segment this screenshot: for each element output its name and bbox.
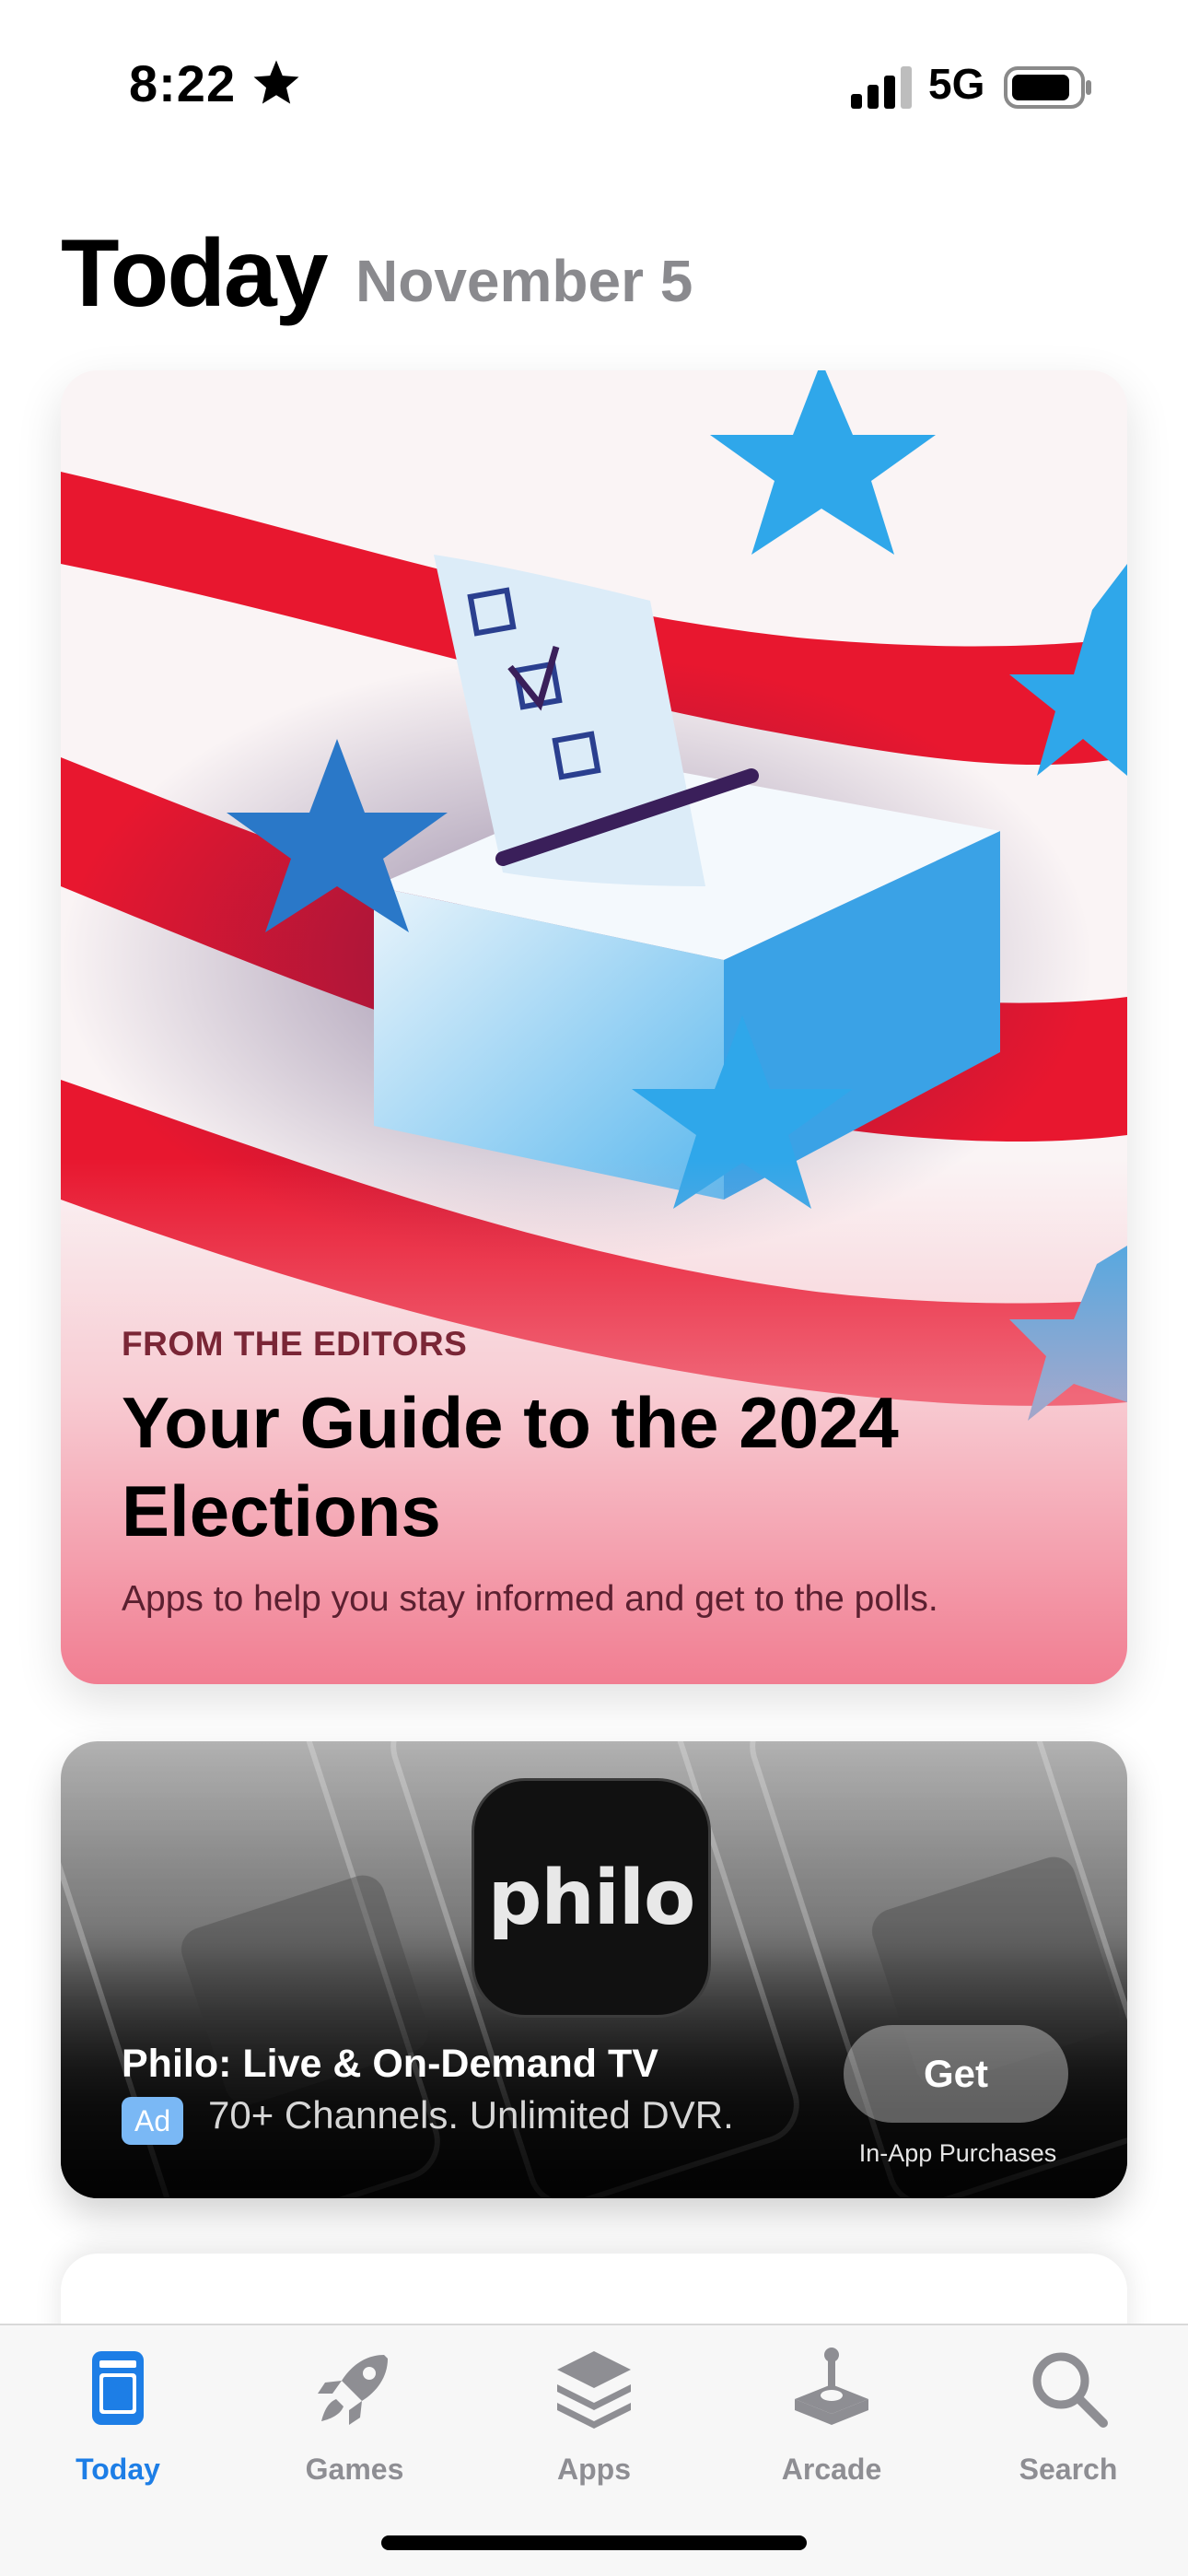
feature-eyebrow: FROM THE EDITORS bbox=[122, 1325, 468, 1363]
joystick-icon bbox=[795, 2348, 868, 2425]
ad-app-card[interactable]: philo Philo: Live & On-Demand TV Ad 70+ … bbox=[61, 1741, 1127, 2198]
location-star-icon bbox=[253, 60, 299, 104]
get-button[interactable]: Get bbox=[844, 2025, 1068, 2123]
network-type: 5G bbox=[928, 60, 985, 108]
cellular-signal-icon bbox=[851, 66, 912, 109]
tab-label: Games bbox=[305, 2453, 404, 2486]
page-title: Today bbox=[61, 220, 329, 327]
home-indicator[interactable] bbox=[381, 2535, 807, 2550]
ad-app-name: Philo: Live & On-Demand TV bbox=[122, 2042, 658, 2086]
today-icon bbox=[92, 2351, 144, 2425]
feature-title: Your Guide to the 2024 Elections bbox=[122, 1382, 899, 1551]
tab-label: Today bbox=[76, 2453, 160, 2486]
tab-search[interactable]: Search bbox=[976, 2344, 1160, 2500]
page-date: November 5 bbox=[355, 248, 693, 314]
battery-icon bbox=[1004, 66, 1091, 109]
app-icon-wordmark: philo bbox=[487, 1854, 696, 1942]
feature-subtitle: Apps to help you stay informed and get t… bbox=[122, 1579, 938, 1619]
layers-icon bbox=[557, 2351, 631, 2429]
tab-label: Search bbox=[1019, 2453, 1118, 2486]
rocket-icon bbox=[318, 2355, 388, 2425]
tab-apps[interactable]: Apps bbox=[502, 2344, 686, 2500]
feature-story-card[interactable]: FROM THE EDITORS Your Guide to the 2024 … bbox=[61, 370, 1127, 1684]
ad-badge: Ad bbox=[122, 2097, 184, 2145]
tab-games[interactable]: Games bbox=[262, 2344, 447, 2500]
tab-today[interactable]: Today bbox=[26, 2344, 210, 2500]
tab-label: Arcade bbox=[781, 2453, 882, 2486]
in-app-purchases-label: In-App Purchases bbox=[858, 2139, 1057, 2167]
status-bar: 8:22 5G bbox=[0, 0, 1188, 175]
philo-app-icon[interactable]: philo bbox=[472, 1778, 711, 2018]
status-time: 8:22 bbox=[129, 54, 237, 112]
tab-label: Apps bbox=[557, 2453, 631, 2486]
search-icon bbox=[1032, 2352, 1108, 2428]
tab-arcade[interactable]: Arcade bbox=[740, 2344, 924, 2500]
ad-description: 70+ Channels. Unlimited DVR. bbox=[208, 2093, 734, 2137]
